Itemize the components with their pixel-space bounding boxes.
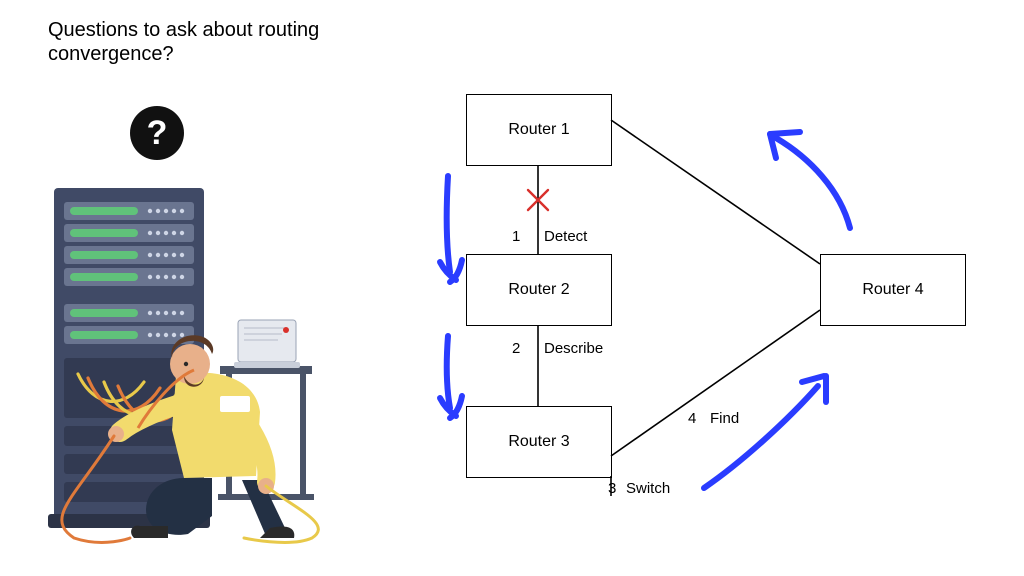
slide-stage: Questions to ask about routing convergen… xyxy=(0,0,1024,576)
step-2-num: 2 xyxy=(512,340,520,357)
slide-title: Questions to ask about routing convergen… xyxy=(48,18,348,66)
step-4-text: Find xyxy=(710,410,739,427)
step-3-num: 3 xyxy=(608,480,616,497)
step-1-text: Detect xyxy=(544,228,587,245)
router-label: Router 3 xyxy=(508,433,569,451)
router-label: Router 1 xyxy=(508,121,569,139)
step-1-num: 1 xyxy=(512,228,520,245)
step-4-num: 4 xyxy=(688,410,696,427)
step-3-text: Switch xyxy=(626,480,670,497)
router-1-box: Router 1 xyxy=(466,94,612,166)
router-2-box: Router 2 xyxy=(466,254,612,326)
server-rack-scene xyxy=(34,178,374,548)
router-label: Router 2 xyxy=(508,281,569,299)
router-3-box: Router 3 xyxy=(466,406,612,478)
step-2-text: Describe xyxy=(544,340,603,357)
failure-x-icon xyxy=(528,190,548,210)
router-4-box: Router 4 xyxy=(820,254,966,326)
illustration-area xyxy=(34,178,374,548)
router-label: Router 4 xyxy=(862,281,923,299)
question-mark-circle-icon: ? xyxy=(130,106,184,160)
